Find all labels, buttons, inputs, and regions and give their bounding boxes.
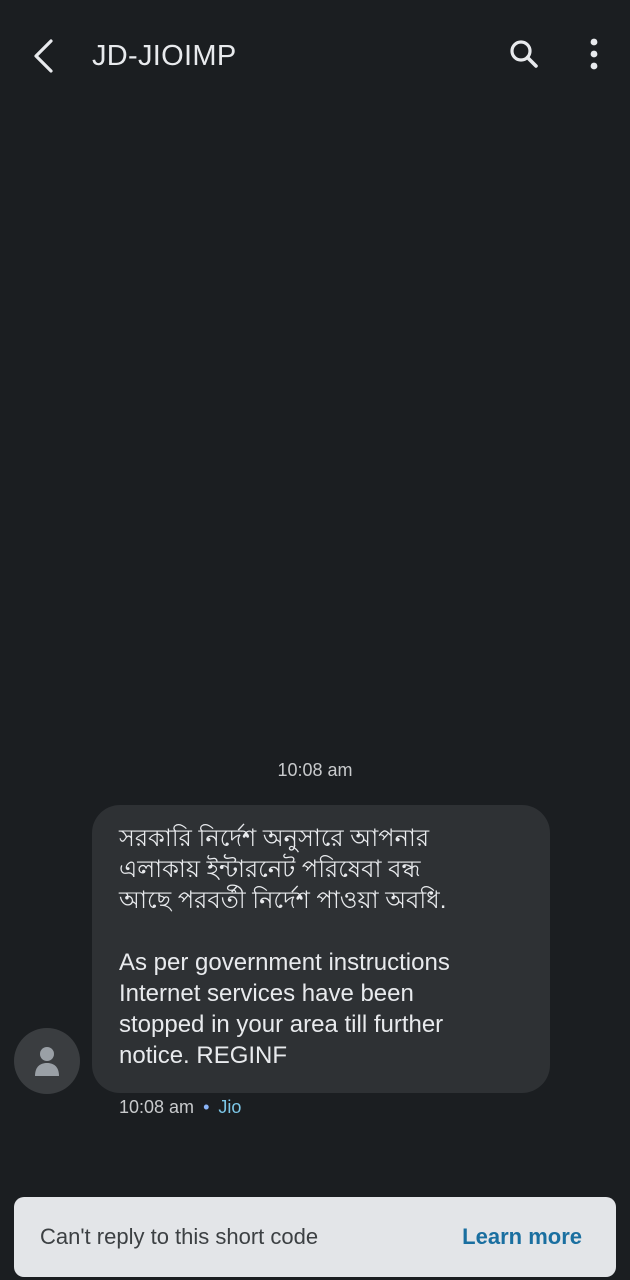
message-text-english-1: As per government instructions <box>119 949 450 976</box>
reply-disabled-banner: Can't reply to this short code Learn mor… <box>14 1197 616 1277</box>
chevron-left-icon <box>34 39 53 73</box>
back-button[interactable] <box>22 34 66 78</box>
message-text-bengali-2: এলাকায় ইন্টারনেট পরিষেবা বন্ধ <box>119 856 421 883</box>
message-time: 10:08 am <box>119 1097 195 1117</box>
message-bubble[interactable]: সরকারি নির্দেশ অনুসারে আপনার এলাকায় ইন্… <box>92 805 550 1093</box>
learn-more-link[interactable]: Learn more <box>462 1224 582 1250</box>
message-text-bengali-3: আছে পরবর্তী নির্দেশ পাওয়া অবধি. <box>119 887 447 914</box>
message-text-bengali-1: সরকারি নির্দেশ অনুসারে আপনার <box>119 825 430 852</box>
message-text-english-3: stopped in your area till further <box>119 1011 444 1038</box>
message-meta: 10:08 am • Jio <box>119 1097 241 1118</box>
top-app-bar: JD-JIOIMP <box>0 0 630 112</box>
message-text-english-2: Internet services have been <box>119 980 414 1007</box>
carrier-label: Jio <box>218 1097 242 1117</box>
more-vert-icon <box>590 38 598 70</box>
more-options-button[interactable] <box>572 32 616 76</box>
search-icon <box>510 40 538 68</box>
conversation-title: JD-JIOIMP <box>92 40 237 72</box>
search-button[interactable] <box>502 32 546 76</box>
message-text-english-4: notice. REGINF <box>119 1042 288 1069</box>
date-divider: 10:08 am <box>277 760 353 780</box>
sender-avatar[interactable] <box>14 1028 80 1094</box>
messages-screen: JD-JIOIMP 10:08 am সরকারি নির্দেশ অনুসার… <box>0 0 630 1280</box>
person-icon <box>35 1047 59 1076</box>
meta-separator: • <box>203 1097 210 1117</box>
reply-disabled-text: Can't reply to this short code <box>40 1224 319 1249</box>
